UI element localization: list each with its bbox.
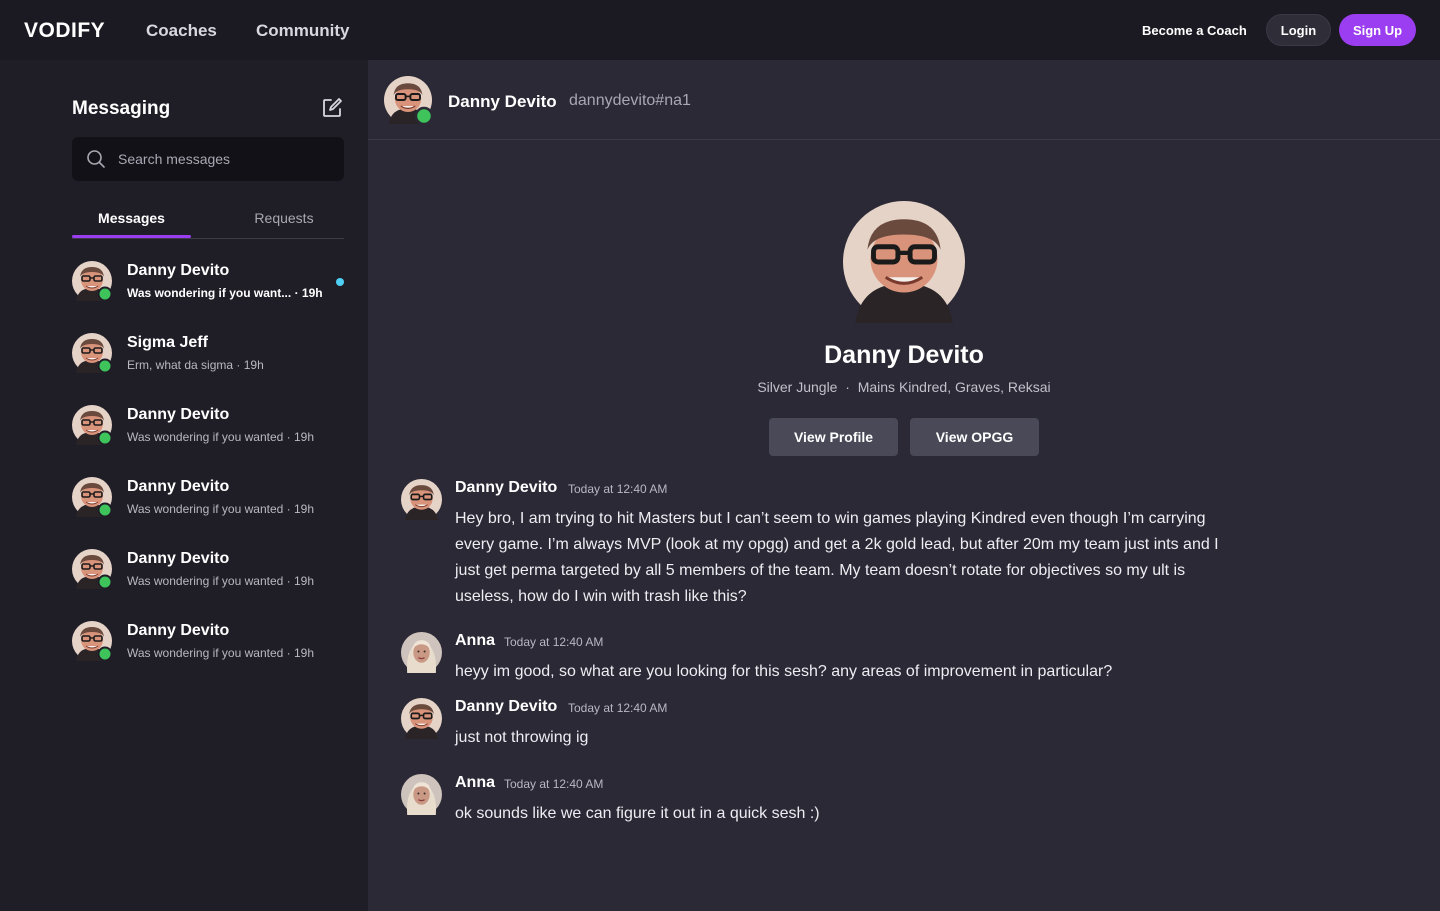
conversation-item[interactable]: Sigma Jeff Erm, what da sigma · 19h [72, 331, 344, 381]
conversation-preview: Was wondering if you wanted · 19h [127, 502, 314, 516]
messaging-title: Messaging [72, 98, 171, 119]
tab-messages[interactable]: Messages [72, 210, 191, 226]
profile-subtitle: Silver Jungle · Mains Kindred, Graves, R… [654, 379, 1154, 395]
message-tabs: Messages Requests [72, 206, 344, 239]
top-navbar: VODIFY Coaches Community Become a Coach … [0, 0, 1440, 60]
preview-text: Erm, what da sigma [127, 358, 234, 372]
preview-text: Was wondering if you wanted [127, 574, 284, 588]
conversation-preview: Was wondering if you wanted · 19h [127, 574, 314, 588]
conversation-name: Danny Devito [127, 622, 230, 639]
preview-text: Was wondering if you wanted [127, 646, 284, 660]
conversation-item[interactable]: Danny Devito Was wondering if you wanted… [72, 403, 344, 453]
message-text: Hey bro, I am trying to hit Masters but … [455, 510, 1219, 605]
conversation-item[interactable]: Danny Devito Was wondering if you wanted… [72, 547, 344, 597]
header-handle: dannydevito#na1 [569, 92, 691, 109]
conversation-name: Danny Devito [127, 478, 230, 495]
nav-link-community[interactable]: Community [256, 21, 350, 41]
conversation-preview: Was wondering if you wanted · 19h [127, 646, 314, 660]
avatar [72, 549, 112, 589]
separator-dot: · [294, 286, 302, 300]
separator-dot: · [286, 574, 294, 588]
view-opgg-button[interactable]: View OPGG [910, 418, 1039, 456]
nav-link-coaches[interactable]: Coaches [146, 21, 217, 41]
message-text: heyy im good, so what are you looking fo… [455, 663, 1113, 680]
message-timestamp: Today at 12:40 AM [568, 701, 668, 715]
login-button[interactable]: Login [1266, 14, 1331, 46]
separator-dot: · [286, 502, 294, 516]
profile-rank: Silver Jungle [757, 379, 838, 395]
conversation-item[interactable]: Danny Devito Was wondering if you want..… [72, 259, 344, 309]
avatar [72, 477, 112, 517]
separator-dot: · [236, 358, 244, 372]
preview-time: 19h [294, 574, 315, 588]
message-author[interactable]: Anna [455, 774, 495, 792]
tab-requests[interactable]: Requests [224, 210, 344, 226]
message-author[interactable]: Danny Devito [455, 479, 557, 497]
avatar [72, 261, 112, 301]
conversation-preview: Was wondering if you want... · 19h [127, 286, 323, 300]
avatar [72, 621, 112, 661]
avatar [72, 405, 112, 445]
message-text: ok sounds like we can figure it out in a… [455, 805, 820, 822]
preview-text: Was wondering if you wanted [127, 430, 284, 444]
preview-text: Was wondering if you want... [127, 286, 292, 300]
separator-dot: · [286, 646, 294, 660]
message-text: just not throwing ig [455, 729, 589, 746]
message-timestamp: Today at 12:40 AM [568, 482, 668, 496]
message-author[interactable]: Anna [455, 632, 495, 650]
separator-dot: · [841, 379, 854, 395]
preview-time: 19h [301, 286, 323, 300]
chat-header: Danny Devito dannydevito#na1 [368, 60, 1440, 140]
active-tab-indicator [72, 235, 191, 238]
preview-time: 19h [294, 502, 315, 516]
profile-mains: Mains Kindred, Graves, Reksai [857, 379, 1051, 395]
search-messages-input[interactable] [118, 137, 338, 181]
preview-time: 19h [294, 430, 315, 444]
conversation-name: Danny Devito [127, 550, 230, 567]
conversation-preview: Was wondering if you wanted · 19h [127, 430, 314, 444]
separator-dot: · [286, 430, 294, 444]
conversation-name: Danny Devito [127, 262, 230, 279]
conversation-name: Sigma Jeff [127, 334, 208, 351]
view-profile-button[interactable]: View Profile [769, 418, 898, 456]
conversation-item[interactable]: Danny Devito Was wondering if you wanted… [72, 475, 344, 525]
avatar[interactable] [401, 632, 442, 673]
avatar-image-icon [384, 76, 434, 126]
messaging-sidebar: Messaging Messages Requests Danny Devito… [0, 60, 368, 911]
header-avatar[interactable] [384, 76, 434, 126]
unread-indicator [336, 278, 344, 286]
message-timestamp: Today at 12:40 AM [504, 777, 604, 791]
search-box [72, 137, 344, 181]
search-icon [87, 150, 105, 168]
profile-avatar [843, 201, 965, 323]
profile-name: Danny Devito [824, 341, 984, 369]
conversation-name: Danny Devito [127, 406, 230, 423]
message-author[interactable]: Danny Devito [455, 698, 557, 716]
avatar[interactable] [401, 774, 442, 815]
conversation-item[interactable]: Danny Devito Was wondering if you wanted… [72, 619, 344, 669]
avatar[interactable] [401, 698, 442, 739]
vodify-logo[interactable]: VODIFY [24, 19, 105, 43]
avatar[interactable] [401, 479, 442, 520]
avatar [72, 333, 112, 373]
message-timestamp: Today at 12:40 AM [504, 635, 604, 649]
preview-time: 19h [243, 358, 264, 372]
preview-text: Was wondering if you wanted [127, 502, 284, 516]
compose-icon[interactable] [321, 97, 343, 119]
header-username: Danny Devito [448, 92, 557, 111]
conversation-preview: Erm, what da sigma · 19h [127, 358, 264, 372]
preview-time: 19h [294, 646, 315, 660]
become-coach-link[interactable]: Become a Coach [1142, 23, 1247, 38]
signup-button[interactable]: Sign Up [1339, 14, 1416, 46]
